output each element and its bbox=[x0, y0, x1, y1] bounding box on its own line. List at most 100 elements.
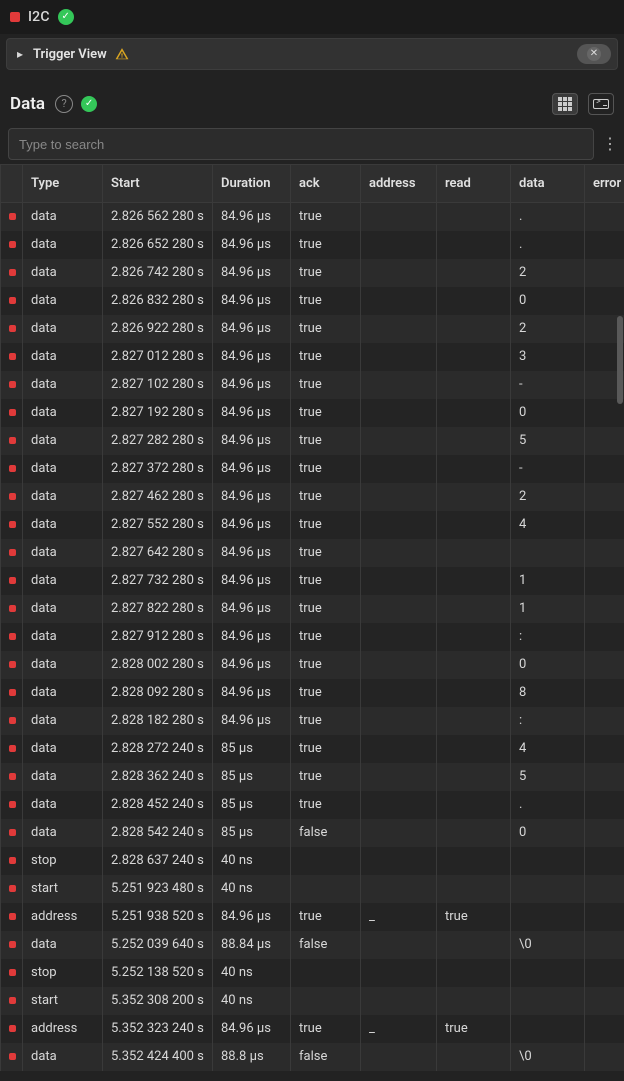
table-row[interactable]: data2.827 192 280 s84.96 µstrue0 bbox=[1, 399, 624, 427]
cell-ack: true bbox=[291, 623, 361, 651]
search-input[interactable] bbox=[8, 128, 594, 160]
table-row[interactable]: data2.828 452 240 s85 µstrue. bbox=[1, 791, 624, 819]
cell-duration: 84.96 µs bbox=[213, 539, 291, 567]
cell-address bbox=[361, 567, 437, 595]
table-view-button[interactable] bbox=[552, 93, 578, 115]
table-row[interactable]: data2.827 912 280 s84.96 µstrue: bbox=[1, 623, 624, 651]
table-row[interactable]: data2.827 102 280 s84.96 µstrue- bbox=[1, 371, 624, 399]
table-row[interactable]: address5.352 323 240 s84.96 µstrue_true bbox=[1, 1015, 624, 1043]
table-row[interactable]: address5.251 938 520 s84.96 µstrue_true bbox=[1, 903, 624, 931]
table-row[interactable]: data2.827 822 280 s84.96 µstrue1 bbox=[1, 595, 624, 623]
row-marker bbox=[1, 679, 23, 707]
cell-start: 2.827 552 280 s bbox=[103, 511, 213, 539]
cell-ack: true bbox=[291, 791, 361, 819]
table-row[interactable]: data2.827 012 280 s84.96 µstrue3 bbox=[1, 343, 624, 371]
row-dot-icon bbox=[9, 381, 16, 388]
scrollbar-thumb[interactable] bbox=[617, 316, 623, 404]
row-dot-icon bbox=[9, 241, 16, 248]
row-dot-icon bbox=[9, 437, 16, 444]
vertical-scrollbar[interactable] bbox=[617, 202, 623, 1079]
table-row[interactable]: data2.827 462 280 s84.96 µstrue2 bbox=[1, 483, 624, 511]
table-row[interactable]: data2.827 372 280 s84.96 µstrue- bbox=[1, 455, 624, 483]
table-row[interactable]: data2.828 092 280 s84.96 µstrue8 bbox=[1, 679, 624, 707]
trigger-view-bar[interactable]: ▸ Trigger View ✕ bbox=[6, 38, 618, 70]
cell-duration: 40 ns bbox=[213, 959, 291, 987]
table-row[interactable]: data2.828 272 240 s85 µstrue4 bbox=[1, 735, 624, 763]
cell-address bbox=[361, 819, 437, 847]
col-error[interactable]: error bbox=[585, 165, 624, 203]
table-row[interactable]: start5.251 923 480 s40 ns bbox=[1, 875, 624, 903]
cell-data bbox=[511, 903, 585, 931]
cell-duration: 84.96 µs bbox=[213, 315, 291, 343]
table-row[interactable]: data2.826 922 280 s84.96 µstrue2 bbox=[1, 315, 624, 343]
table-row[interactable]: data2.828 182 280 s84.96 µstrue: bbox=[1, 707, 624, 735]
cell-data: 0 bbox=[511, 651, 585, 679]
grid-icon bbox=[558, 97, 572, 111]
cell-start: 2.827 912 280 s bbox=[103, 623, 213, 651]
cell-duration: 85 µs bbox=[213, 735, 291, 763]
table-row[interactable]: data2.827 552 280 s84.96 µstrue4 bbox=[1, 511, 624, 539]
table-row[interactable]: data2.827 642 280 s84.96 µstrue bbox=[1, 539, 624, 567]
table-row[interactable]: data2.826 652 280 s84.96 µstrue. bbox=[1, 231, 624, 259]
help-icon[interactable]: ? bbox=[55, 95, 73, 113]
col-type[interactable]: Type bbox=[23, 165, 103, 203]
table-row[interactable]: data2.828 002 280 s84.96 µstrue0 bbox=[1, 651, 624, 679]
table-row[interactable]: data5.252 039 640 s88.84 µsfalse\0 bbox=[1, 931, 624, 959]
more-options-button[interactable]: ⋮ bbox=[602, 140, 616, 148]
table-row[interactable]: data2.828 362 240 s85 µstrue5 bbox=[1, 763, 624, 791]
cell-data: 0 bbox=[511, 399, 585, 427]
col-duration[interactable]: Duration bbox=[213, 165, 291, 203]
col-data[interactable]: data bbox=[511, 165, 585, 203]
cell-ack: true bbox=[291, 287, 361, 315]
table-row[interactable]: stop5.252 138 520 s40 ns bbox=[1, 959, 624, 987]
cell-data bbox=[511, 539, 585, 567]
table-row[interactable]: stop2.828 637 240 s40 ns bbox=[1, 847, 624, 875]
table-row[interactable]: data2.826 832 280 s84.96 µstrue0 bbox=[1, 287, 624, 315]
table-row[interactable]: data2.827 282 280 s84.96 µstrue5 bbox=[1, 427, 624, 455]
cell-address bbox=[361, 623, 437, 651]
row-dot-icon bbox=[9, 1025, 16, 1032]
cell-type: data bbox=[23, 819, 103, 847]
cell-address bbox=[361, 707, 437, 735]
cell-type: data bbox=[23, 259, 103, 287]
row-dot-icon bbox=[9, 465, 16, 472]
col-address[interactable]: address bbox=[361, 165, 437, 203]
col-start[interactable]: Start bbox=[103, 165, 213, 203]
cell-address bbox=[361, 595, 437, 623]
terminal-view-button[interactable] bbox=[588, 93, 614, 115]
cell-duration: 84.96 µs bbox=[213, 1015, 291, 1043]
cell-duration: 85 µs bbox=[213, 791, 291, 819]
col-ack[interactable]: ack bbox=[291, 165, 361, 203]
row-dot-icon bbox=[9, 633, 16, 640]
cell-ack: true bbox=[291, 903, 361, 931]
cell-ack: false bbox=[291, 1043, 361, 1071]
cell-ack: true bbox=[291, 763, 361, 791]
table-row[interactable]: data5.352 424 400 s88.8 µsfalse\0 bbox=[1, 1043, 624, 1071]
table-row[interactable]: data2.826 562 280 s84.96 µstrue. bbox=[1, 203, 624, 231]
cell-address: _ bbox=[361, 1015, 437, 1043]
cell-read bbox=[437, 259, 511, 287]
cell-type: data bbox=[23, 455, 103, 483]
close-trigger-button[interactable]: ✕ bbox=[577, 44, 611, 64]
cell-start: 2.827 462 280 s bbox=[103, 483, 213, 511]
cell-start: 2.826 562 280 s bbox=[103, 203, 213, 231]
cell-read bbox=[437, 819, 511, 847]
row-dot-icon bbox=[9, 997, 16, 1004]
table-row[interactable]: data2.828 542 240 s85 µsfalse0 bbox=[1, 819, 624, 847]
row-marker bbox=[1, 931, 23, 959]
cell-duration: 84.96 µs bbox=[213, 707, 291, 735]
row-marker bbox=[1, 903, 23, 931]
row-marker bbox=[1, 595, 23, 623]
cell-start: 2.828 542 240 s bbox=[103, 819, 213, 847]
cell-read bbox=[437, 847, 511, 875]
cell-duration: 84.96 µs bbox=[213, 679, 291, 707]
cell-type: data bbox=[23, 287, 103, 315]
col-read[interactable]: read bbox=[437, 165, 511, 203]
cell-ack: true bbox=[291, 707, 361, 735]
table-row[interactable]: data2.826 742 280 s84.96 µstrue2 bbox=[1, 259, 624, 287]
table-row[interactable]: data2.827 732 280 s84.96 µstrue1 bbox=[1, 567, 624, 595]
table-row[interactable]: start5.352 308 200 s40 ns bbox=[1, 987, 624, 1015]
cell-data: 0 bbox=[511, 819, 585, 847]
col-marker[interactable] bbox=[1, 165, 23, 203]
row-marker bbox=[1, 763, 23, 791]
